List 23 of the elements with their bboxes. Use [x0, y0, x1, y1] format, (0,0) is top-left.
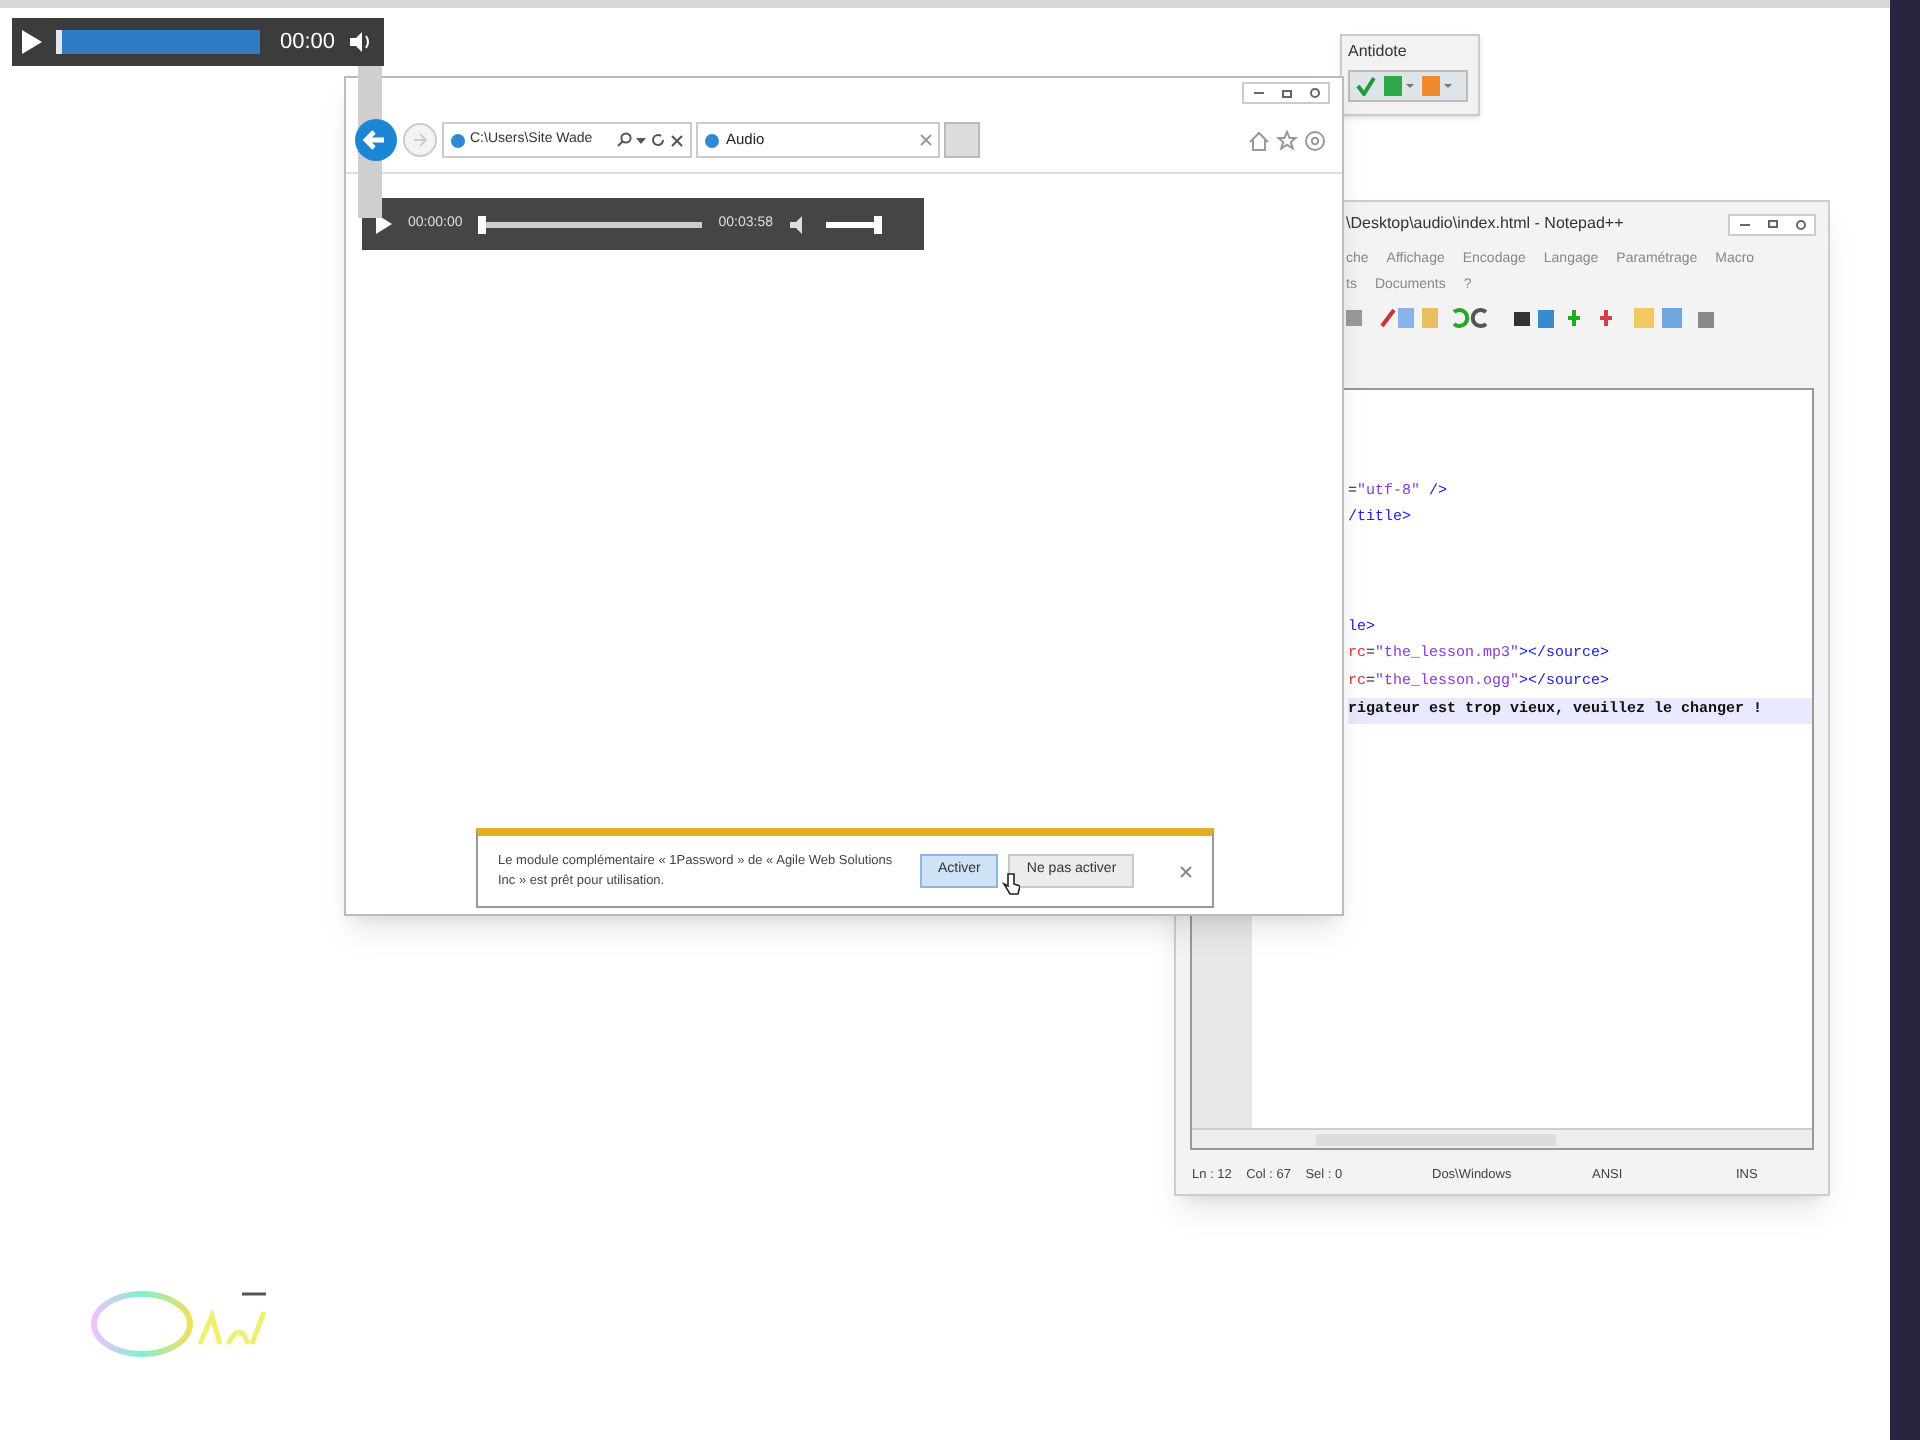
- page-icon: [704, 131, 720, 149]
- progress-handle[interactable]: [56, 30, 62, 54]
- horizontal-scrollbar[interactable]: [1192, 1128, 1812, 1148]
- settings-icon[interactable]: [1304, 129, 1326, 151]
- refresh-icon[interactable]: [650, 132, 666, 148]
- check-icon[interactable]: [1356, 76, 1376, 96]
- volume-icon[interactable]: [347, 30, 372, 54]
- progress-thumb[interactable]: [478, 215, 487, 233]
- play-icon[interactable]: [376, 214, 392, 234]
- window-title: \Desktop\audio\index.html - Notepad++: [1346, 212, 1624, 236]
- toolbar-title: Antidote: [1346, 40, 1409, 64]
- search-icon[interactable]: [616, 132, 632, 148]
- mouse-cursor-icon: [1002, 872, 1020, 896]
- logo-icon: [88, 1288, 272, 1360]
- page-icon: [450, 131, 466, 149]
- home-icon[interactable]: [1248, 129, 1270, 151]
- volume-thumb[interactable]: [873, 215, 881, 233]
- star-icon[interactable]: [1276, 129, 1298, 151]
- play-icon[interactable]: [20, 28, 44, 56]
- progress-track[interactable]: [56, 30, 260, 54]
- time-label: 00:00: [280, 27, 336, 58]
- back-icon[interactable]: [354, 118, 398, 162]
- dropdown-icon[interactable]: [636, 132, 646, 148]
